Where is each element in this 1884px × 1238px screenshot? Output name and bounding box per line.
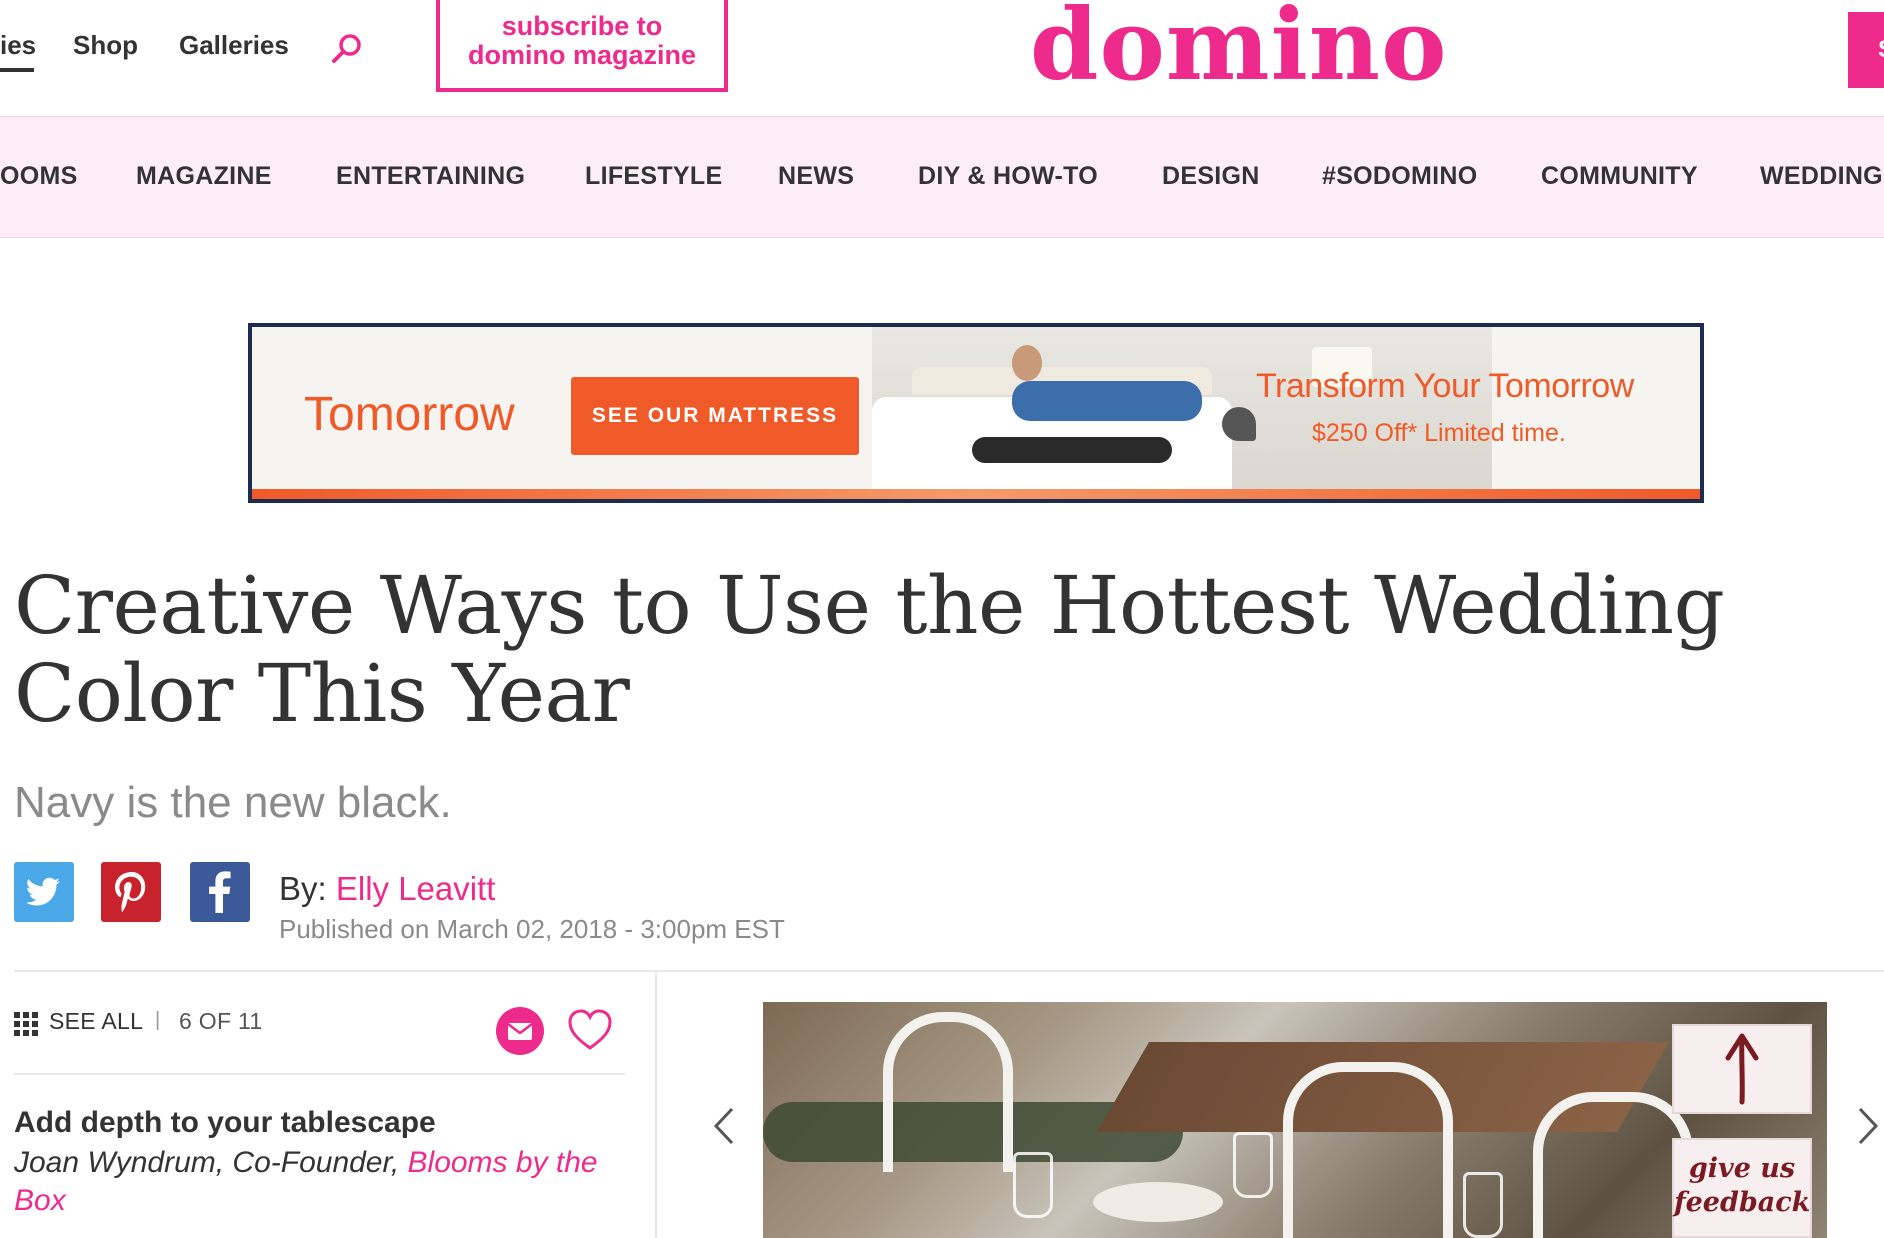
category-nav-entertaining[interactable]: ENTERTAINING xyxy=(336,162,525,191)
slide-image xyxy=(763,1002,1827,1238)
category-nav-design[interactable]: DESIGN xyxy=(1162,162,1260,191)
sidebar-divider xyxy=(655,972,657,1238)
byline: By: Elly Leavitt xyxy=(279,870,495,908)
top-bar: ies Shop Galleries subscribe to domino m… xyxy=(0,0,1884,116)
ad-person-head xyxy=(1012,345,1042,381)
counter-separator: | xyxy=(155,1009,161,1031)
category-nav: OOMS MAGAZINE ENTERTAINING LIFESTYLE NEW… xyxy=(0,116,1884,238)
category-nav-diy[interactable]: DIY & HOW-TO xyxy=(918,162,1098,191)
envelope-icon xyxy=(507,1023,533,1040)
slide-credit-text: Joan Wyndrum, Co-Founder, xyxy=(14,1146,408,1179)
subscribe-button[interactable]: subscribe to domino magazine xyxy=(436,0,728,92)
author-link[interactable]: Elly Leavitt xyxy=(336,870,496,907)
scroll-to-top-button[interactable] xyxy=(1672,1024,1812,1114)
email-share-button[interactable] xyxy=(496,1007,544,1055)
subscribe-line-2: domino magazine xyxy=(467,40,697,70)
top-nav-item-shop[interactable]: Shop xyxy=(73,30,138,61)
header-divider xyxy=(14,970,1884,972)
ad-cta-button[interactable]: SEE OUR MATTRESS xyxy=(571,377,859,455)
facebook-icon xyxy=(209,871,231,913)
previous-slide-arrow-icon[interactable] xyxy=(712,1106,736,1146)
category-nav-sodomino[interactable]: #SODOMINO xyxy=(1322,162,1478,191)
slide-counter: 6 OF 11 xyxy=(179,1008,263,1034)
top-nav-item-stories[interactable]: ies xyxy=(0,30,36,61)
top-right-button[interactable]: S xyxy=(1848,12,1884,88)
category-nav-community[interactable]: COMMUNITY xyxy=(1541,162,1698,191)
active-nav-underline xyxy=(0,68,34,72)
feedback-button[interactable]: give us feedback xyxy=(1672,1138,1812,1238)
slide-credit: Joan Wyndrum, Co-Founder, Blooms by the … xyxy=(14,1144,634,1220)
top-right-button-label: S xyxy=(1878,36,1884,63)
category-nav-magazine[interactable]: MAGAZINE xyxy=(136,162,272,191)
slide-image-chair xyxy=(1283,1062,1453,1238)
arrow-up-icon xyxy=(1725,1033,1759,1105)
slide-image-glass xyxy=(1013,1152,1053,1218)
ad-banner[interactable]: Tomorrow SEE OUR MATTRESS Transform Your… xyxy=(248,323,1704,503)
ad-headline: Transform Your Tomorrow xyxy=(1256,367,1634,405)
heart-icon[interactable] xyxy=(566,1006,614,1054)
share-facebook-button[interactable] xyxy=(190,862,250,922)
published-date: Published on March 02, 2018 - 3:00pm EST xyxy=(279,914,785,944)
site-logo[interactable]: domino xyxy=(1030,0,1447,103)
article-subtitle: Navy is the new black. xyxy=(14,778,452,827)
top-nav-item-galleries[interactable]: Galleries xyxy=(179,30,289,61)
twitter-icon xyxy=(25,877,60,906)
grid-icon[interactable] xyxy=(14,1012,38,1036)
feedback-line-2: feedback xyxy=(1674,1187,1811,1218)
ad-person-man xyxy=(1012,381,1202,421)
search-icon[interactable] xyxy=(330,32,364,66)
category-nav-rooms[interactable]: OOMS xyxy=(0,162,78,191)
ad-brand-logo: Tomorrow xyxy=(304,388,515,441)
slide-image-glass xyxy=(1463,1172,1503,1238)
category-nav-news[interactable]: NEWS xyxy=(778,162,854,191)
share-twitter-button[interactable] xyxy=(14,862,74,922)
see-all-link[interactable]: SEE ALL xyxy=(49,1008,143,1035)
category-nav-lifestyle[interactable]: LIFESTYLE xyxy=(585,162,722,191)
ad-person-woman xyxy=(972,437,1172,463)
ad-bottom-stripe xyxy=(252,489,1700,499)
share-pinterest-button[interactable] xyxy=(101,862,161,922)
sidebar-divider-horizontal xyxy=(14,1073,625,1075)
slide-heading: Add depth to your tablescape xyxy=(14,1106,436,1139)
ad-plant xyxy=(1222,407,1256,441)
next-slide-arrow-icon[interactable] xyxy=(1856,1106,1880,1146)
article-title: Creative Ways to Use the Hottest Wedding… xyxy=(14,559,1725,740)
byline-prefix: By: xyxy=(279,870,336,907)
slide-image-chair xyxy=(883,1012,1013,1172)
feedback-line-1: give us xyxy=(1688,1153,1796,1184)
ad-offer: $250 Off* Limited time. xyxy=(1312,419,1566,447)
slide-image-chair xyxy=(1533,1092,1693,1238)
slide-image-glass xyxy=(1233,1132,1273,1198)
category-nav-wedding[interactable]: WEDDING xyxy=(1760,162,1883,191)
subscribe-line-1: subscribe to xyxy=(501,11,663,41)
slide-image-plate xyxy=(1093,1182,1223,1222)
pinterest-icon xyxy=(115,872,146,912)
